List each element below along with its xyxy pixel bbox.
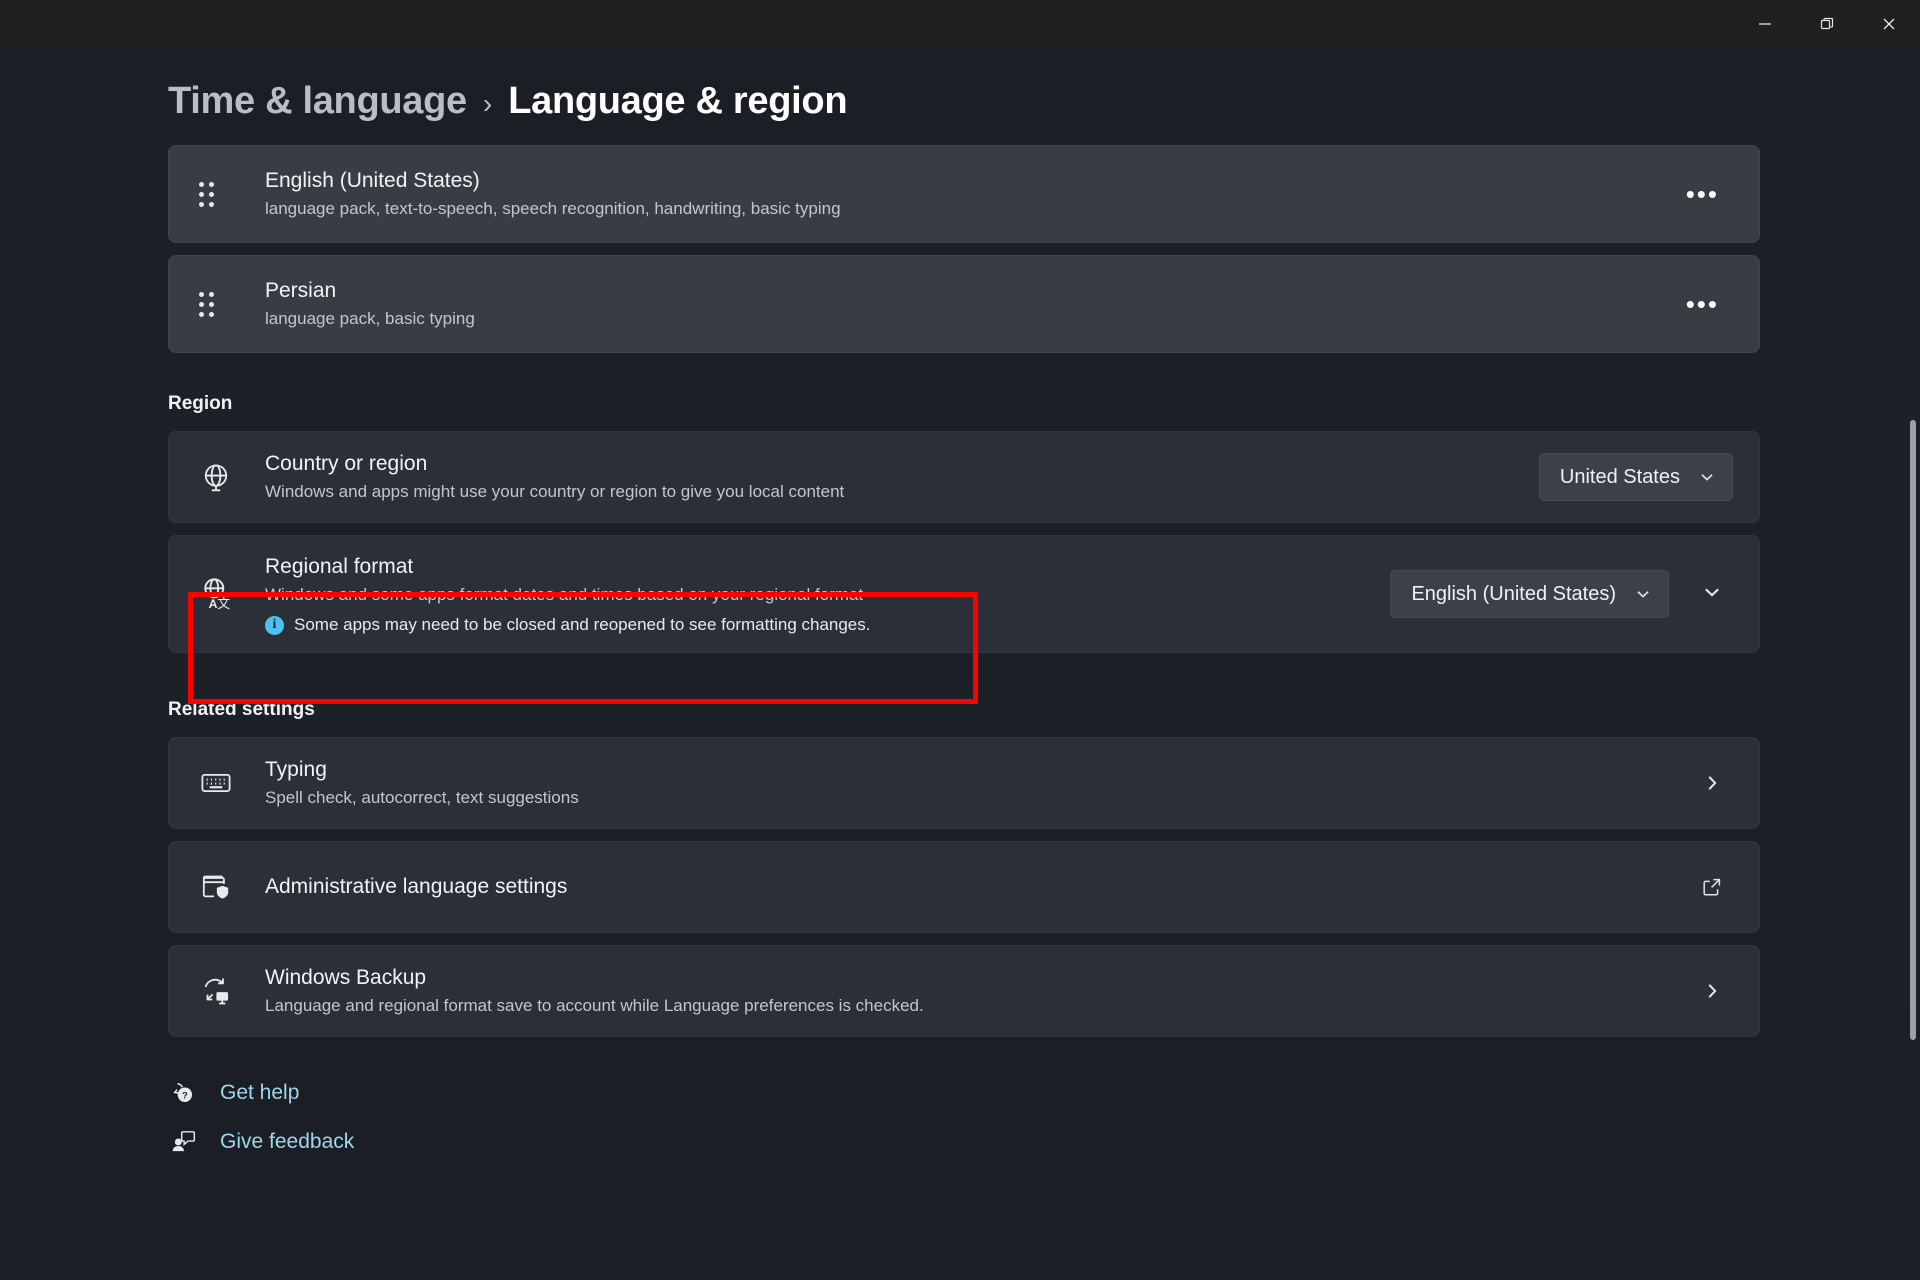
external-link-icon[interactable] <box>1691 866 1733 908</box>
chevron-right-icon[interactable] <box>1691 970 1733 1012</box>
regional-format-expand-button[interactable] <box>1691 573 1733 615</box>
content-area: English (United States) language pack, t… <box>0 145 1920 353</box>
regional-format-dropdown[interactable]: English (United States) <box>1390 570 1669 618</box>
page-title: Language & region <box>508 80 847 123</box>
language-more-options-button[interactable]: ••• <box>1672 281 1733 327</box>
region-section-heading: Region <box>0 365 1920 431</box>
related-item-info: Windows Backup Language and regional for… <box>265 964 1671 1019</box>
related-item-info: Typing Spell check, autocorrect, text su… <box>265 756 1671 811</box>
backup-sync-icon <box>199 974 265 1008</box>
chevron-down-icon <box>1701 581 1723 608</box>
related-item-info: Administrative language settings <box>265 873 1671 900</box>
language-more-options-button[interactable]: ••• <box>1672 171 1733 217</box>
language-features: language pack, text-to-speech, speech re… <box>265 197 1652 222</box>
country-or-region-info: Country or region Windows and apps might… <box>265 450 1519 505</box>
drag-handle[interactable] <box>199 182 265 207</box>
breadcrumb: Time & language › Language & region <box>0 48 1920 145</box>
scrollbar-track[interactable] <box>1906 48 1920 1280</box>
language-name: Persian <box>265 277 1652 304</box>
regional-format-info-text: Some apps may need to be closed and reop… <box>294 615 871 635</box>
give-feedback-label: Give feedback <box>220 1130 354 1154</box>
get-help-link[interactable]: ? Get help <box>168 1079 1920 1106</box>
regional-format-title: Regional format <box>265 553 1370 580</box>
language-actions: ••• <box>1672 171 1733 217</box>
svg-text:?: ? <box>181 1090 187 1101</box>
settings-page: Time & language › Language & region Engl… <box>0 48 1920 1280</box>
restore-icon <box>1819 16 1835 32</box>
language-globe-icon: A 文 <box>199 576 265 612</box>
breadcrumb-separator-icon: › <box>483 88 492 120</box>
info-icon: i <box>265 616 284 635</box>
close-icon <box>1881 16 1897 32</box>
country-or-region-title: Country or region <box>265 450 1519 477</box>
regional-format-subtitle: Windows and some apps format dates and t… <box>265 583 1370 608</box>
related-item-typing[interactable]: Typing Spell check, autocorrect, text su… <box>168 737 1760 829</box>
related-item-windows-backup[interactable]: Windows Backup Language and regional for… <box>168 945 1760 1037</box>
minimize-button[interactable] <box>1734 0 1796 48</box>
language-list-item-english[interactable]: English (United States) language pack, t… <box>168 145 1760 243</box>
country-or-region-row[interactable]: Country or region Windows and apps might… <box>168 431 1760 523</box>
window-shield-icon <box>199 870 265 904</box>
svg-text:A: A <box>209 597 218 611</box>
close-button[interactable] <box>1858 0 1920 48</box>
chevron-down-icon <box>1634 585 1652 603</box>
language-actions: ••• <box>1672 281 1733 327</box>
keyboard-icon <box>199 766 265 800</box>
svg-text:文: 文 <box>217 597 230 612</box>
related-item-title: Administrative language settings <box>265 873 1671 900</box>
regional-format-info: Regional format Windows and some apps fo… <box>265 553 1370 636</box>
restore-button[interactable] <box>1796 0 1858 48</box>
language-info: Persian language pack, basic typing <box>265 277 1652 332</box>
drag-handle[interactable] <box>199 292 265 317</box>
language-features: language pack, basic typing <box>265 307 1652 332</box>
language-list-item-persian[interactable]: Persian language pack, basic typing ••• <box>168 255 1760 353</box>
help-question-icon: ? <box>168 1079 198 1106</box>
minimize-icon <box>1757 16 1773 32</box>
give-feedback-link[interactable]: Give feedback <box>168 1128 1920 1155</box>
regional-format-row[interactable]: A 文 Regional format Windows and some app… <box>168 535 1760 653</box>
country-or-region-value: United States <box>1560 466 1680 489</box>
chevron-down-icon <box>1698 468 1716 486</box>
drag-handle-icon <box>199 292 214 317</box>
title-bar <box>0 0 1920 48</box>
feedback-icon <box>168 1128 198 1155</box>
get-help-label: Get help <box>220 1081 299 1105</box>
globe-icon <box>199 460 265 494</box>
language-info: English (United States) language pack, t… <box>265 167 1652 222</box>
language-name: English (United States) <box>265 167 1652 194</box>
scrollbar-thumb[interactable] <box>1910 420 1916 1040</box>
related-item-subtitle: Spell check, autocorrect, text suggestio… <box>265 786 1671 811</box>
related-settings-heading: Related settings <box>0 665 1920 737</box>
related-item-title: Windows Backup <box>265 964 1671 991</box>
drag-handle-icon <box>199 182 214 207</box>
related-item-administrative-language-settings[interactable]: Administrative language settings <box>168 841 1760 933</box>
breadcrumb-parent[interactable]: Time & language <box>168 80 467 123</box>
related-item-subtitle: Language and regional format save to acc… <box>265 994 1671 1019</box>
country-or-region-subtitle: Windows and apps might use your country … <box>265 480 1519 505</box>
related-item-title: Typing <box>265 756 1671 783</box>
chevron-right-icon[interactable] <box>1691 762 1733 804</box>
country-or-region-dropdown[interactable]: United States <box>1539 453 1733 501</box>
regional-format-value: English (United States) <box>1411 583 1616 606</box>
regional-format-info-message: i Some apps may need to be closed and re… <box>265 615 1370 635</box>
footer-links: ? Get help Give feedback <box>0 1049 1920 1155</box>
